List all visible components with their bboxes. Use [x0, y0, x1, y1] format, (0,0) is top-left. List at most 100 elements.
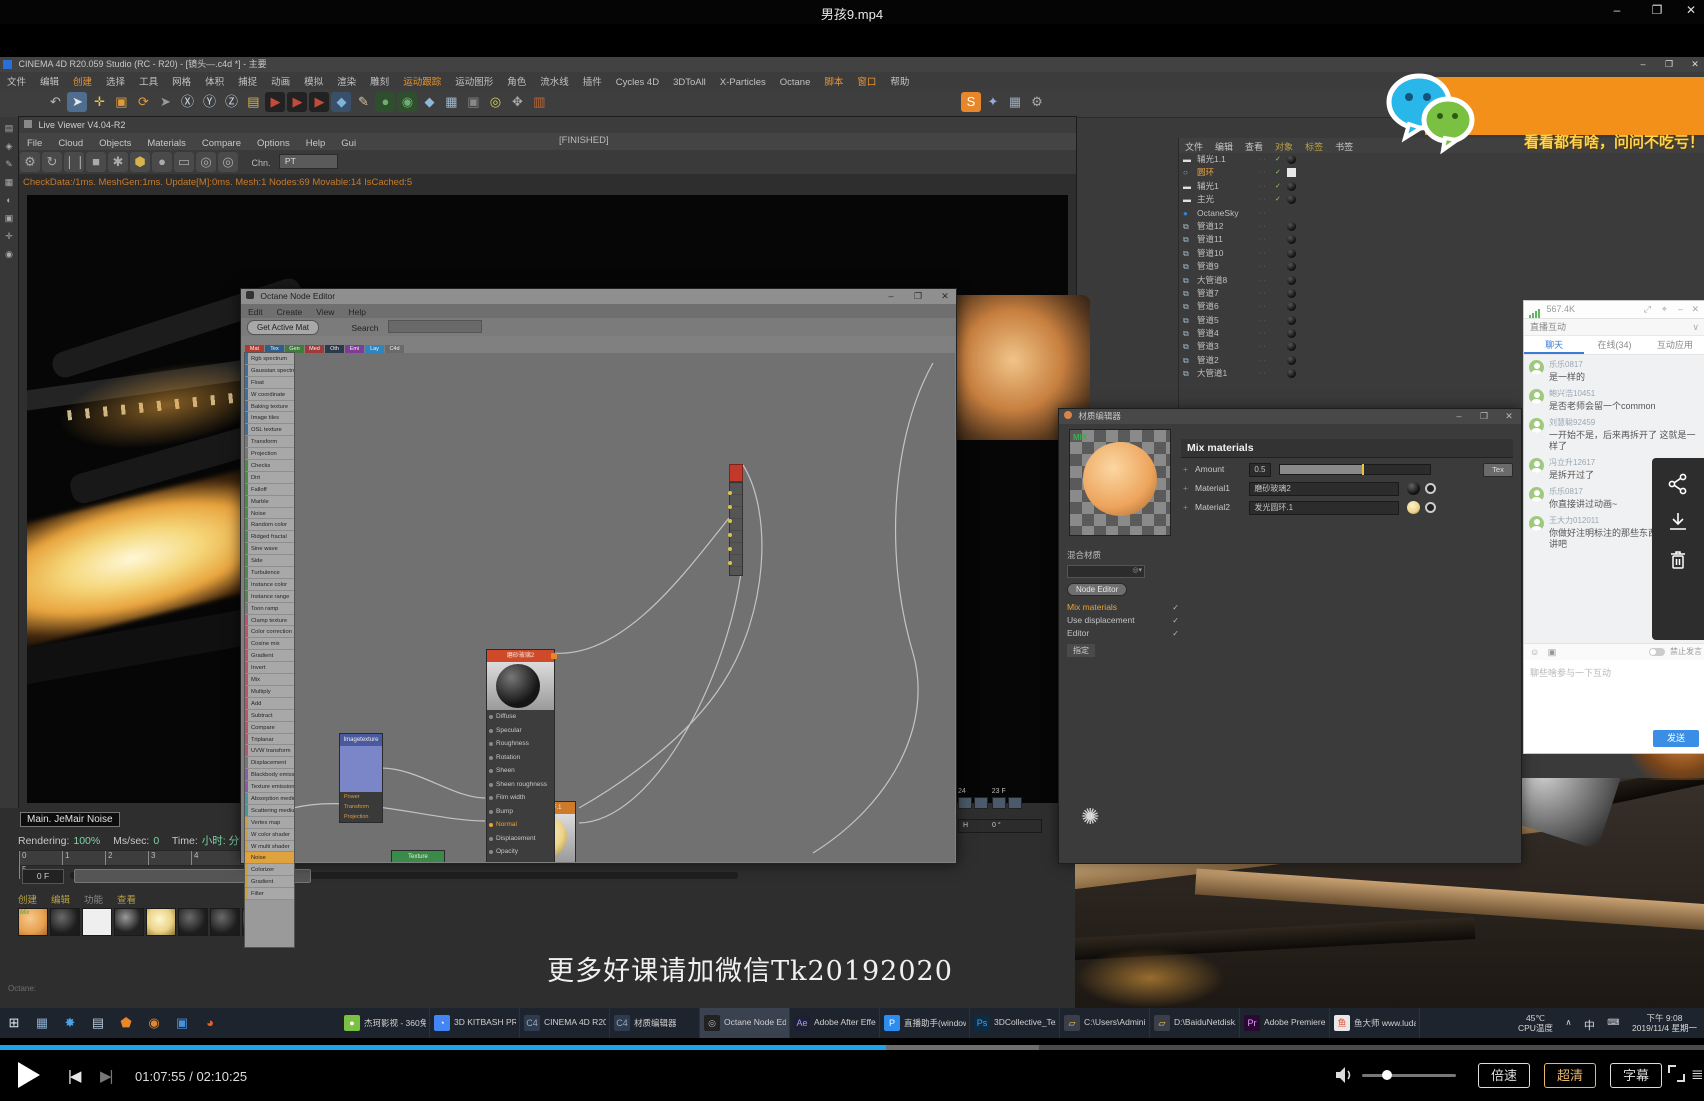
c4d-menu-item[interactable]: 流水线 [540, 77, 569, 88]
c4d-mode-icon[interactable]: ▤ [2, 121, 16, 135]
node-type-item[interactable]: Blackbody emission [245, 769, 294, 781]
live-viewer-tool-icon[interactable]: ⚙ [20, 152, 40, 172]
enabled-check[interactable]: ✓ [1275, 153, 1281, 166]
image-node-port[interactable]: Projection [340, 812, 382, 822]
node-type-item[interactable]: Transform [245, 436, 294, 448]
material-param-row[interactable]: Sheen roughness [487, 778, 554, 792]
taskbar-icon[interactable]: ◉ [142, 1011, 166, 1035]
c4d-toolbar-icon[interactable]: ⟳ [133, 92, 153, 112]
taskbar-icon[interactable]: ✸ [58, 1011, 82, 1035]
node-type-item[interactable]: Gaussian spectrum [245, 365, 294, 377]
taskbar-app-button[interactable]: Pr Adobe Premiere... [1240, 1008, 1330, 1038]
ime-indicator[interactable]: 中 [1584, 1017, 1595, 1033]
texture-node[interactable]: Texture [391, 850, 445, 862]
mix-output-node[interactable] [729, 464, 743, 576]
c4d-toolbar-icon[interactable]: ✥ [507, 92, 527, 112]
object-row[interactable]: ● OctaneSky · · [1179, 207, 1377, 220]
c4d-toolbar-icon[interactable]: ▦ [441, 92, 461, 112]
material-thumbnail[interactable] [146, 908, 176, 936]
c4d-menu-item[interactable]: 3DToAll [673, 77, 706, 88]
taskbar-app-button[interactable]: C4 CINEMA 4D R20... [520, 1008, 610, 1038]
c4d-toolbar-icon[interactable]: ▣ [463, 92, 483, 112]
node-editor-menu-item[interactable]: Help [348, 307, 365, 317]
next-button[interactable]: ▶| [100, 1067, 111, 1085]
chat-input[interactable]: 聊些啥参与一下互动 [1524, 660, 1704, 718]
object-manager-menu-item[interactable]: 对象 [1275, 142, 1293, 152]
live-viewer-tool-icon[interactable]: ◎ [196, 152, 216, 172]
c4d-mode-icon[interactable]: ◉ [2, 247, 16, 261]
c4d-menu-item[interactable]: 文件 [7, 77, 26, 88]
chat-tab[interactable]: 互动应用 [1645, 336, 1704, 354]
c4d-render-icon[interactable]: ▦ [1005, 92, 1025, 112]
c4d-mode-icon[interactable]: ◈ [2, 139, 16, 153]
tray-expand-icon[interactable]: ∧ [1565, 1017, 1571, 1028]
material-channel-label[interactable]: Editor [1067, 628, 1089, 638]
object-manager-menu-item[interactable]: 标签 [1305, 142, 1323, 152]
layer-dots[interactable]: · · [1259, 153, 1266, 166]
material-param-row[interactable]: Sheen [487, 764, 554, 778]
volume-icon[interactable] [1334, 1066, 1354, 1084]
material-param-row[interactable]: Displacement [487, 832, 554, 846]
material-param-row[interactable]: Specular [487, 724, 554, 738]
live-viewer-menu-item[interactable]: Gui [341, 138, 356, 149]
live-viewer-menu-item[interactable]: Compare [202, 138, 241, 149]
c4d-toolbar-icon[interactable]: Ⓨ [199, 92, 219, 112]
node-type-item[interactable]: Float [245, 377, 294, 389]
node-type-item[interactable]: Clamp texture [245, 615, 294, 627]
node-type-item[interactable]: Image tiles [245, 412, 294, 424]
playlist-icon[interactable]: ≣ [1691, 1065, 1704, 1083]
layer-dots[interactable]: · · [1259, 287, 1266, 300]
c4d-toolbar-icon[interactable]: ◆ [419, 92, 439, 112]
node-type-item[interactable]: Ridged fractal [245, 531, 294, 543]
material-thumbnail[interactable] [178, 908, 208, 936]
node-output-pin[interactable] [551, 653, 557, 659]
c4d-menu-item[interactable]: 雕刻 [370, 77, 389, 88]
c4d-toolbar-icon[interactable]: Ⓧ [177, 92, 197, 112]
chat-username[interactable]: 鲍兴浩10451 [1549, 389, 1595, 398]
material-thumbnail[interactable] [82, 908, 112, 936]
chat-tab[interactable]: 在线(34) [1584, 336, 1644, 354]
layer-dots[interactable]: · · [1259, 367, 1266, 380]
material-channel-row[interactable]: Mix materials ✓ [1067, 601, 1179, 614]
material-param-row[interactable]: Film width [487, 791, 554, 805]
layer-dots[interactable]: · · [1259, 247, 1266, 260]
object-row[interactable]: ⧉ 管道9 · · [1179, 260, 1377, 273]
live-viewer-tool-icon[interactable]: ⬢ [130, 152, 150, 172]
c4d-toolbar-icon[interactable]: ✛ [89, 92, 109, 112]
live-viewer-menu-item[interactable]: Options [257, 138, 290, 149]
node-type-item[interactable]: Colorizer [245, 864, 294, 876]
object-row[interactable]: ▬ 辅光1.1 · · ✓ [1179, 153, 1377, 166]
object-name[interactable]: 管道10 [1197, 248, 1223, 258]
layer-dots[interactable]: · · [1259, 314, 1266, 327]
chat-username[interactable]: 乐乐0817 [1549, 487, 1583, 496]
c4d-menu-item[interactable]: 体积 [205, 77, 224, 88]
speed-button[interactable]: 倍速 [1478, 1063, 1530, 1088]
layer-dots[interactable]: · · [1259, 233, 1266, 246]
c4d-toolbar-icon[interactable]: ➤ [155, 92, 175, 112]
object-name[interactable]: 管道5 [1197, 315, 1219, 325]
timeline-ruler[interactable]: 012345 [18, 850, 245, 866]
c4d-toolbar-icon[interactable]: ▥ [529, 92, 549, 112]
close-button[interactable]: ✕ [1678, 3, 1704, 17]
c4d-mode-icon[interactable]: ✛ [2, 229, 16, 243]
emoji-icon[interactable]: ☺ [1530, 647, 1539, 657]
quality-button[interactable]: 超清 [1544, 1063, 1596, 1088]
node-type-item[interactable]: Displacement [245, 757, 294, 769]
material2-node-icon[interactable] [1425, 502, 1436, 513]
maximize-button[interactable]: ❐ [1644, 3, 1670, 17]
node-type-item[interactable]: Side [245, 555, 294, 567]
node-type-item[interactable]: Noise [245, 508, 294, 520]
play-button[interactable] [18, 1062, 40, 1088]
enabled-check[interactable]: ✓ [1275, 193, 1281, 206]
taskbar-app-button[interactable]: ▱ D:\BaiduNetdisk... [1150, 1008, 1240, 1038]
material-channel-row[interactable]: Editor ✓ [1067, 627, 1179, 640]
c4d-mode-icon[interactable]: ▣ [2, 211, 16, 225]
trash-icon[interactable] [1666, 548, 1690, 572]
node-type-item[interactable]: Cosine mix [245, 638, 294, 650]
c4d-toolbar-icon[interactable]: ▣ [111, 92, 131, 112]
channel-checkbox[interactable]: ✓ [1172, 627, 1179, 640]
layer-dots[interactable]: · · [1259, 340, 1266, 353]
object-name[interactable]: 管道12 [1197, 221, 1223, 231]
object-name[interactable]: 管道7 [1197, 288, 1219, 298]
object-row[interactable]: ⧉ 管道7 · · [1179, 287, 1377, 300]
